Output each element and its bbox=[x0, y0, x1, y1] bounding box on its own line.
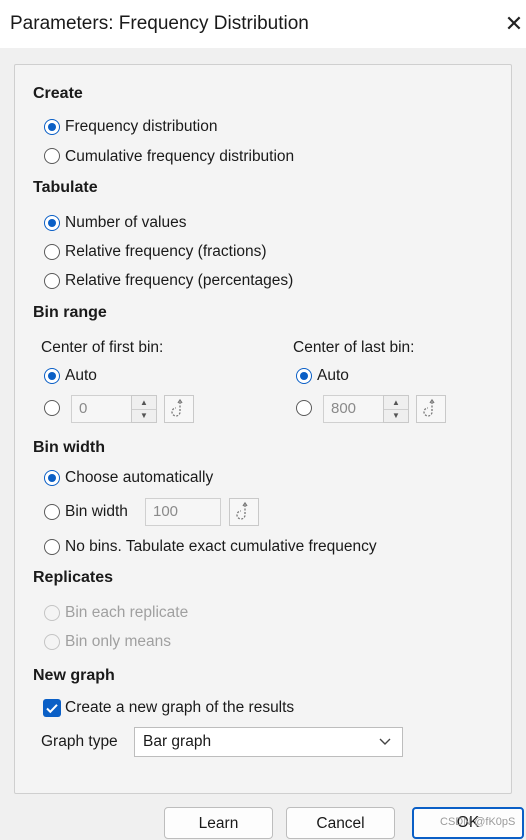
watermark: CSDN @fK0pS bbox=[440, 816, 516, 828]
spin-up-icon[interactable]: ▲ bbox=[384, 396, 408, 410]
radio-last-bin-auto-label[interactable]: Auto bbox=[317, 367, 349, 385]
section-new-graph-heading: New graph bbox=[33, 667, 115, 684]
graph-type-label: Graph type bbox=[41, 733, 118, 750]
checkmark-icon bbox=[46, 704, 58, 714]
radio-first-bin-auto[interactable] bbox=[44, 368, 60, 384]
radio-frequency-distribution[interactable] bbox=[44, 119, 60, 135]
section-replicates-heading: Replicates bbox=[33, 569, 114, 586]
chevron-down-icon bbox=[378, 728, 392, 766]
close-icon[interactable]: ✕ bbox=[500, 10, 526, 38]
learn-button[interactable]: Learn bbox=[164, 807, 273, 839]
section-bin-range-heading: Bin range bbox=[33, 304, 107, 321]
dialog-title: Parameters: Frequency Distribution bbox=[10, 13, 309, 34]
radio-cumulative-frequency-label[interactable]: Cumulative frequency distribution bbox=[65, 148, 294, 166]
cancel-button[interactable]: Cancel bbox=[286, 807, 395, 839]
spin-down-icon[interactable]: ▼ bbox=[384, 409, 408, 422]
radio-bin-width-auto[interactable] bbox=[44, 470, 60, 486]
first-bin-hook-button[interactable] bbox=[164, 395, 194, 423]
radio-relative-percentages[interactable] bbox=[44, 273, 60, 289]
hook-icon bbox=[171, 398, 183, 417]
last-bin-hook-button[interactable] bbox=[416, 395, 446, 423]
radio-bin-width-manual-label[interactable]: Bin width bbox=[65, 503, 128, 521]
radio-number-of-values-label[interactable]: Number of values bbox=[65, 214, 186, 232]
last-bin-label: Center of last bin: bbox=[293, 339, 415, 356]
section-tabulate-heading: Tabulate bbox=[33, 179, 98, 196]
radio-relative-fractions-label[interactable]: Relative frequency (fractions) bbox=[65, 243, 267, 261]
bin-width-hook-button[interactable] bbox=[229, 498, 259, 526]
radio-first-bin-auto-label[interactable]: Auto bbox=[65, 367, 97, 385]
spin-down-icon[interactable]: ▼ bbox=[132, 409, 156, 422]
last-bin-spinner[interactable]: ▲ ▼ bbox=[383, 395, 409, 423]
create-graph-checkbox[interactable] bbox=[43, 699, 61, 717]
radio-last-bin-manual[interactable] bbox=[296, 400, 312, 416]
radio-bin-each-replicate-label: Bin each replicate bbox=[65, 604, 189, 621]
radio-bin-width-auto-label[interactable]: Choose automatically bbox=[65, 469, 213, 487]
radio-no-bins[interactable] bbox=[44, 539, 60, 555]
radio-number-of-values[interactable] bbox=[44, 215, 60, 231]
radio-frequency-distribution-label[interactable]: Frequency distribution bbox=[65, 118, 218, 136]
radio-cumulative-frequency[interactable] bbox=[44, 148, 60, 164]
first-bin-spinner[interactable]: ▲ ▼ bbox=[131, 395, 157, 423]
radio-last-bin-auto[interactable] bbox=[296, 368, 312, 384]
graph-type-select[interactable]: Bar graph bbox=[134, 727, 403, 757]
first-bin-input[interactable]: 0 bbox=[71, 395, 133, 423]
radio-bin-only-means bbox=[44, 634, 60, 650]
first-bin-label: Center of first bin: bbox=[41, 339, 164, 356]
create-graph-checkbox-label[interactable]: Create a new graph of the results bbox=[65, 699, 294, 717]
hook-icon bbox=[423, 398, 435, 417]
last-bin-input[interactable]: 800 bbox=[323, 395, 385, 423]
radio-bin-only-means-label: Bin only means bbox=[65, 633, 171, 650]
radio-relative-percentages-label[interactable]: Relative frequency (percentages) bbox=[65, 272, 293, 290]
section-create-heading: Create bbox=[33, 85, 83, 102]
radio-bin-each-replicate bbox=[44, 605, 60, 621]
hook-icon bbox=[236, 501, 248, 520]
bin-width-input[interactable]: 100 bbox=[145, 498, 221, 526]
graph-type-value: Bar graph bbox=[143, 733, 212, 750]
radio-no-bins-label[interactable]: No bins. Tabulate exact cumulative frequ… bbox=[65, 538, 377, 556]
title-bar: Parameters: Frequency Distribution ✕ bbox=[0, 0, 526, 48]
spin-up-icon[interactable]: ▲ bbox=[132, 396, 156, 410]
section-bin-width-heading: Bin width bbox=[33, 439, 105, 456]
radio-bin-width-manual[interactable] bbox=[44, 504, 60, 520]
radio-first-bin-manual[interactable] bbox=[44, 400, 60, 416]
radio-relative-fractions[interactable] bbox=[44, 244, 60, 260]
